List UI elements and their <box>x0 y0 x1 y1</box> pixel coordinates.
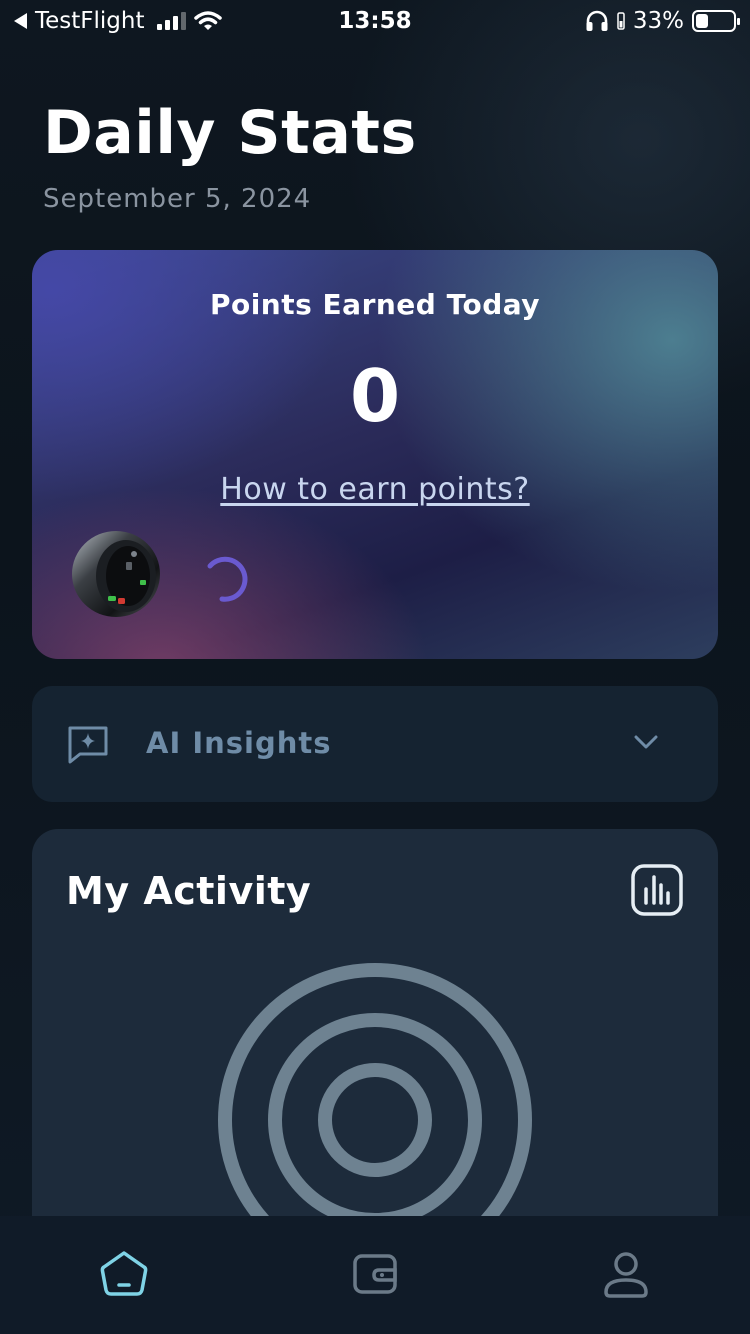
how-to-earn-points-link[interactable]: How to earn points? <box>32 472 718 507</box>
home-icon[interactable] <box>94 1244 154 1304</box>
points-value: 0 <box>349 354 401 438</box>
headphones-icon <box>586 10 608 31</box>
activity-rings <box>218 963 532 1249</box>
profile-icon[interactable] <box>596 1244 656 1304</box>
points-card: Points Earned Today 0 How to earn points… <box>32 250 718 659</box>
wallet-icon[interactable] <box>345 1244 405 1304</box>
battery-level <box>696 14 708 28</box>
bar-chart-icon[interactable] <box>630 863 684 917</box>
smart-ring-image <box>72 531 160 617</box>
activity-card: My Activity <box>32 829 718 1249</box>
page-title: Daily Stats <box>43 98 417 168</box>
sparkle-chat-icon <box>68 726 108 764</box>
chevron-down-icon[interactable] <box>632 732 660 752</box>
tab-bar <box>0 1216 750 1334</box>
ai-insights-panel[interactable]: AI Insights <box>32 686 718 802</box>
loading-spinner-icon <box>207 556 248 602</box>
activity-ring-middle <box>268 1013 482 1227</box>
page-date: September 5, 2024 <box>43 184 312 214</box>
status-bar: TestFlight 13:58 33% <box>0 0 750 40</box>
status-right: 33% <box>585 8 740 34</box>
charging-bolt-icon <box>617 12 625 30</box>
ai-insights-label: AI Insights <box>146 726 332 760</box>
activity-ring-inner <box>318 1063 432 1177</box>
activity-title: My Activity <box>66 869 312 913</box>
battery-icon <box>692 10 740 32</box>
battery-percent: 33% <box>632 8 684 34</box>
points-label: Points Earned Today <box>209 288 541 321</box>
